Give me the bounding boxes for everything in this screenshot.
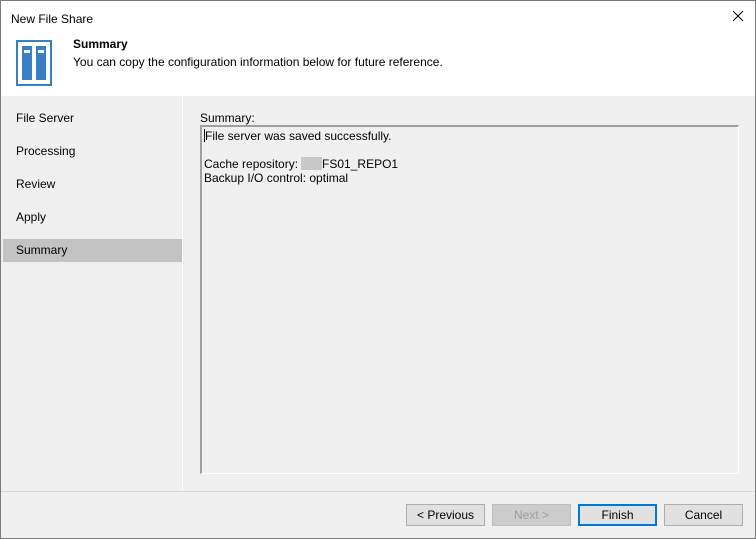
- finish-button[interactable]: Finish: [578, 504, 657, 526]
- step-file-server[interactable]: File Server: [3, 107, 182, 130]
- step-apply[interactable]: Apply: [3, 206, 182, 229]
- next-button[interactable]: Next >: [492, 504, 571, 526]
- wizard-steps: File Server Processing Review Apply Summ…: [1, 96, 183, 491]
- header-subtitle: You can copy the configuration informati…: [73, 55, 443, 69]
- wizard-window: New File Share Summary You can copy the …: [0, 0, 756, 539]
- close-icon: [732, 10, 744, 22]
- redacted-block: [301, 157, 323, 170]
- cancel-button[interactable]: Cancel: [664, 504, 743, 526]
- step-processing[interactable]: Processing: [3, 140, 182, 163]
- summary-line: Backup I/O control: optimal: [204, 171, 349, 185]
- previous-button[interactable]: < Previous: [406, 504, 485, 526]
- header-title: Summary: [73, 37, 128, 51]
- summary-line: File server was saved successfully.: [204, 129, 392, 143]
- file-share-icon: [16, 40, 52, 86]
- summary-textbox[interactable]: File server was saved successfully. Cach…: [200, 125, 739, 474]
- title-bar: New File Share: [1, 1, 755, 31]
- wizard-header: Summary You can copy the configuration i…: [1, 31, 755, 96]
- wizard-body: File Server Processing Review Apply Summ…: [1, 96, 755, 491]
- window-title: New File Share: [11, 12, 94, 26]
- summary-line-blank: [204, 143, 736, 157]
- close-button[interactable]: [727, 5, 749, 27]
- summary-label: Summary:: [200, 111, 255, 125]
- step-review[interactable]: Review: [3, 173, 182, 196]
- summary-panel: Summary: File server was saved successfu…: [185, 96, 755, 491]
- wizard-footer: < Previous Next > Finish Cancel: [1, 491, 755, 538]
- step-summary[interactable]: Summary: [3, 239, 182, 262]
- summary-line-cache: Cache repository: FS01_REPO1: [204, 157, 399, 171]
